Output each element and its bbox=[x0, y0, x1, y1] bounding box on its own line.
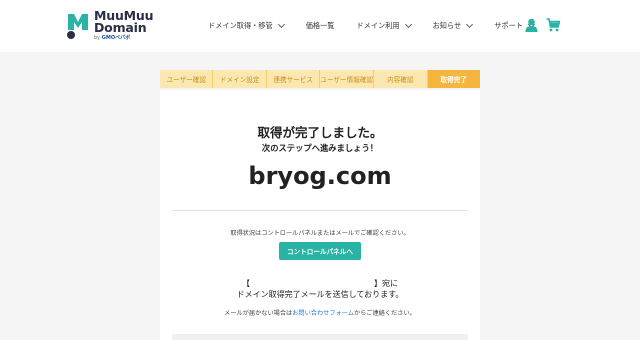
step-complete: 取得完了 bbox=[427, 70, 480, 88]
step-user-info-confirm: ユーザー情報確認 bbox=[320, 70, 375, 88]
status-message: 取得状況はコントロールパネルまたはメールでご確認ください。 bbox=[230, 230, 410, 237]
address-bracket-open: 【 bbox=[242, 279, 250, 288]
nav-news[interactable]: お知らせ bbox=[433, 20, 474, 31]
acquired-domain: bryog.com bbox=[248, 162, 392, 190]
progress-steps: ユーザー確認 ドメイン設定 連携サービス ユーザー情報確認 内容確認 取得完了 bbox=[160, 70, 480, 88]
step-domain-settings: ドメイン設定 bbox=[213, 70, 267, 88]
muumuu-domain-logo[interactable]: MuuMuu Domain by GMOペパボ bbox=[66, 9, 153, 44]
nav-domain-acquire[interactable]: ドメイン取得・移管 bbox=[208, 20, 285, 31]
cart-icon[interactable] bbox=[546, 17, 561, 36]
chevron-down-icon bbox=[466, 20, 474, 29]
logo-byline: by GMOペパボ bbox=[94, 35, 131, 41]
main-nav: ドメイン取得・移管 価格一覧 ドメイン利用 お知らせ サポート bbox=[208, 18, 556, 34]
lower-section bbox=[172, 334, 468, 340]
step-linked-services: 連携サービス bbox=[266, 70, 321, 88]
logo-line-2: Domain bbox=[94, 20, 147, 35]
completion-card: 取得が完了しました。 次のステップへ進みましょう！ bryog.com 取得状況… bbox=[160, 90, 480, 340]
user-icon[interactable] bbox=[525, 17, 538, 36]
site-header: MuuMuu Domain by GMOペパボ ドメイン取得・移管 価格一覧 ド… bbox=[0, 0, 640, 52]
mail-sent-message: ドメイン取得完了メールを送信しております。 bbox=[236, 290, 404, 299]
step-content-confirm: 内容確認 bbox=[374, 70, 428, 88]
contact-form-link[interactable]: お問い合わせフォーム bbox=[292, 310, 354, 317]
logo-mark-icon bbox=[66, 10, 90, 42]
nav-price-list[interactable]: 価格一覧 bbox=[306, 21, 335, 31]
chevron-down-icon bbox=[277, 20, 285, 29]
control-panel-button[interactable]: コントロールパネルへ bbox=[279, 242, 361, 260]
address-bracket-close: 】宛に bbox=[374, 279, 398, 288]
contact-note: メールが届かない場合はお問い合わせフォームからご連絡ください。 bbox=[224, 310, 416, 317]
chevron-down-icon bbox=[404, 20, 412, 29]
divider bbox=[172, 210, 468, 211]
step-user-confirm: ユーザー確認 bbox=[160, 70, 214, 88]
page-title: 取得が完了しました。 bbox=[257, 125, 383, 140]
nav-domain-usage[interactable]: ドメイン利用 bbox=[356, 20, 412, 31]
page-subtitle: 次のステップへ進みましょう！ bbox=[261, 143, 379, 153]
